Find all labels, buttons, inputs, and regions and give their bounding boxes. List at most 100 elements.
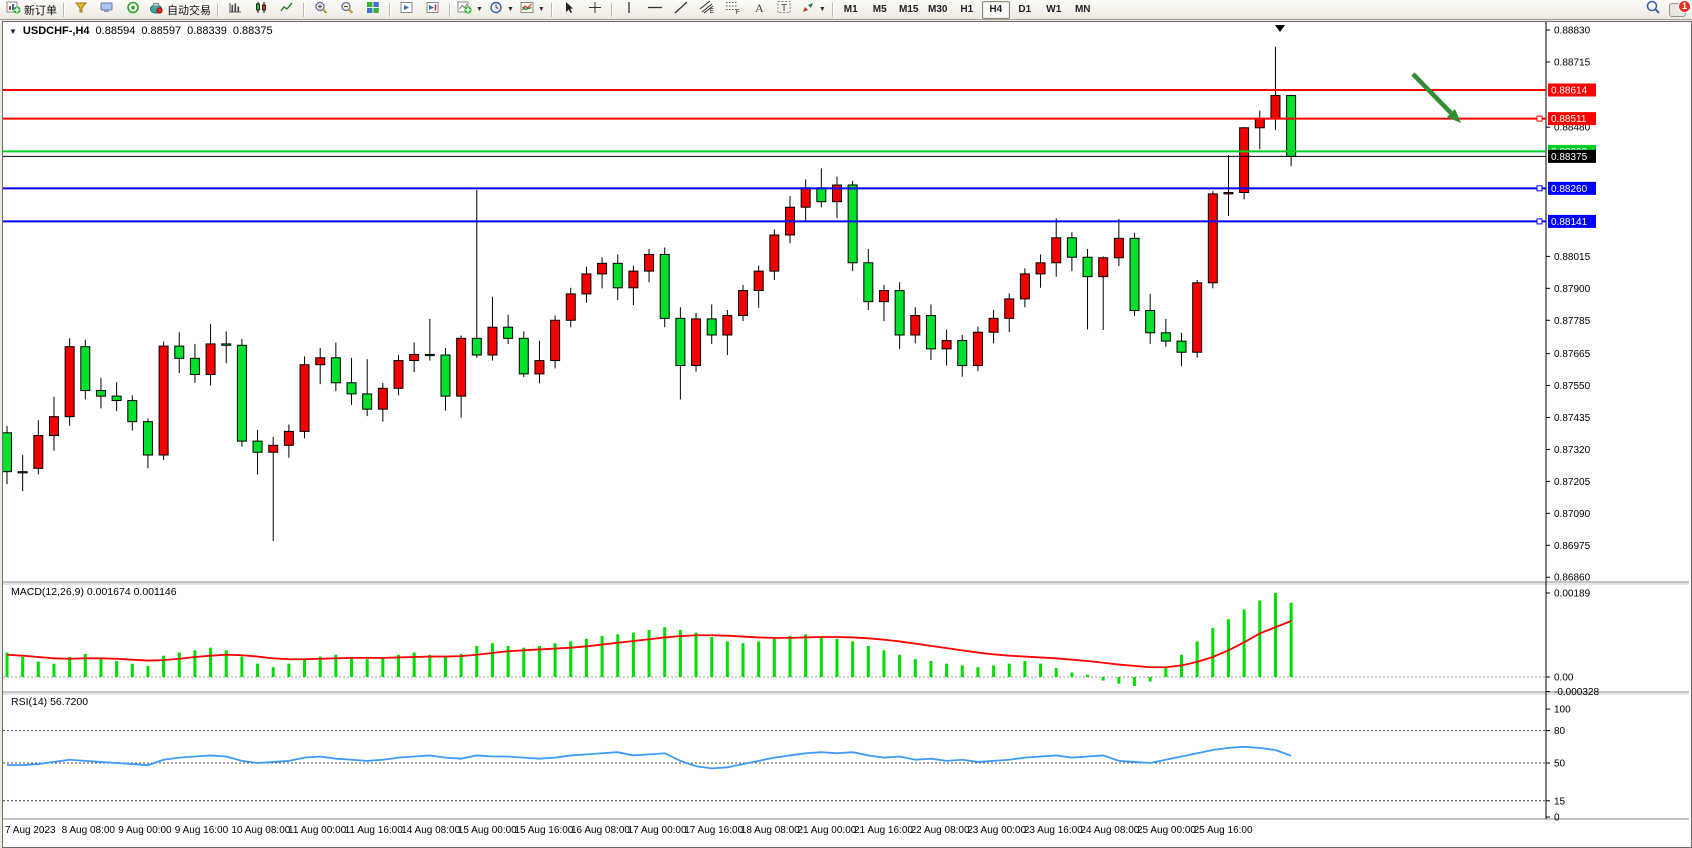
chevron-down-icon: ▼ [819, 6, 826, 13]
chart-shift-button[interactable] [420, 0, 446, 20]
notifications-icon[interactable]: 1 [1669, 3, 1686, 17]
bar-chart-icon [228, 1, 242, 19]
zoom-in-button[interactable] [308, 0, 334, 20]
candle-body [723, 316, 732, 335]
candle-body [1287, 96, 1296, 157]
time-axis-label: 7 Aug 2023 [5, 825, 56, 836]
toolbar-separator [449, 3, 451, 17]
candle-body [754, 271, 763, 290]
text-label-button[interactable]: T [772, 0, 798, 20]
signals-button[interactable] [120, 0, 146, 20]
horizontal-line-button[interactable] [642, 0, 668, 20]
svg-text:E: E [710, 9, 714, 14]
candle-body [801, 188, 810, 207]
candle-body [1067, 238, 1076, 257]
candle-body [879, 291, 888, 302]
equidistant-channel-button[interactable]: E [694, 0, 720, 20]
horizontal-line-icon [647, 1, 663, 19]
bar-chart-button[interactable] [222, 0, 248, 20]
time-axis-label: 10 Aug 08:00 [231, 825, 290, 836]
timeframe-m5[interactable]: M5 [866, 1, 894, 19]
time-axis-label: 24 Aug 08:00 [1080, 825, 1139, 836]
vertical-line-button[interactable] [616, 0, 642, 20]
auto-scroll-icon [400, 1, 414, 19]
search-icon[interactable] [1645, 0, 1661, 20]
price-tick-label: 0.88830 [1554, 26, 1591, 37]
signal-icon [126, 1, 140, 19]
candle-body [1083, 257, 1092, 276]
line-handle[interactable] [1537, 116, 1542, 121]
templates-button[interactable]: ▼ [517, 0, 548, 20]
candle-body [1193, 283, 1202, 352]
candle-body [222, 344, 231, 345]
timeframe-m1[interactable]: M1 [837, 1, 865, 19]
candle-body [143, 422, 152, 455]
trendline-icon [674, 1, 688, 19]
rsi-label: RSI(14) 56.7200 [11, 696, 88, 708]
main-toolbar: 新订单 自动交易 ▼ ▼ ▼ E F A T ▼ M1M5M15M30H1H4D… [0, 0, 1692, 20]
candlestick-chart-button[interactable] [248, 0, 274, 20]
trendline-button[interactable] [668, 0, 694, 20]
zoom-out-button[interactable] [334, 0, 360, 20]
candle-body [488, 327, 497, 355]
time-axis-label: 9 Aug 16:00 [175, 825, 229, 836]
cursor-button[interactable] [556, 0, 582, 20]
candlestick-icon [254, 1, 268, 19]
macd-axis-label: -0.000328 [1554, 687, 1599, 698]
candle-body [3, 433, 12, 472]
candle-body [645, 254, 654, 271]
chart-canvas[interactable]: 0.888300.887150.884800.880150.879000.877… [3, 22, 1689, 845]
vertical-line-icon [624, 1, 634, 19]
candle-body [676, 318, 685, 365]
timeframe-m30[interactable]: M30 [924, 1, 952, 19]
market-watch-button[interactable] [94, 0, 120, 20]
timeframe-m15[interactable]: M15 [895, 1, 923, 19]
candle-body [942, 341, 951, 349]
candle-body [989, 318, 998, 332]
text-button[interactable]: A [746, 0, 772, 20]
rsi-axis-label: 80 [1554, 726, 1566, 737]
timeframe-group: M1M5M15M30H1H4D1W1MN [837, 1, 1097, 19]
line-handle[interactable] [1537, 186, 1542, 191]
periods-button[interactable]: ▼ [486, 0, 517, 20]
time-axis-label: 25 Aug 16:00 [1194, 825, 1253, 836]
funnel-icon [74, 1, 88, 19]
notification-badge: 1 [1678, 0, 1691, 13]
arrows-tool-icon [801, 1, 815, 19]
fibonacci-button[interactable]: F [720, 0, 746, 20]
candle-body [206, 344, 215, 375]
chart-window: ▼ USDCHF-,H4 0.88594 0.88597 0.88339 0.8… [2, 21, 1692, 848]
time-axis-label: 11 Aug 00:00 [288, 825, 347, 836]
timeframe-h4[interactable]: H4 [982, 1, 1010, 19]
price-tick-label: 0.88715 [1554, 57, 1591, 68]
candle-body [190, 358, 199, 374]
timeframe-h1[interactable]: H1 [953, 1, 981, 19]
auto-scroll-button[interactable] [394, 0, 420, 20]
tile-windows-button[interactable] [360, 0, 386, 20]
indicators-button[interactable]: ▼ [454, 0, 486, 20]
timeframe-w1[interactable]: W1 [1040, 1, 1068, 19]
rsi-axis-label: 50 [1554, 759, 1566, 770]
auto-trading-button[interactable]: 自动交易 [146, 0, 214, 20]
crosshair-button[interactable] [582, 0, 608, 20]
rsi-axis-label: 0 [1554, 813, 1560, 824]
alerts-button[interactable] [68, 0, 94, 20]
candle-body [582, 274, 591, 294]
line-chart-button[interactable] [274, 0, 300, 20]
arrows-tool-button[interactable]: ▼ [798, 0, 829, 20]
timeframe-mn[interactable]: MN [1069, 1, 1097, 19]
new-order-button[interactable]: 新订单 [3, 0, 60, 20]
candle-body [613, 263, 622, 287]
timeframe-d1[interactable]: D1 [1011, 1, 1039, 19]
candle-body [159, 346, 168, 455]
time-axis-label: 18 Aug 08:00 [741, 825, 800, 836]
candle-body [1130, 238, 1139, 310]
time-axis-label: 22 Aug 08:00 [911, 825, 970, 836]
candle-body [551, 320, 560, 360]
candle-body [770, 235, 779, 271]
toolbar-separator [611, 3, 613, 17]
rsi-axis-label: 100 [1554, 705, 1571, 716]
chart-background[interactable] [3, 22, 1689, 845]
candle-body [1114, 238, 1123, 257]
line-handle[interactable] [1537, 219, 1542, 224]
